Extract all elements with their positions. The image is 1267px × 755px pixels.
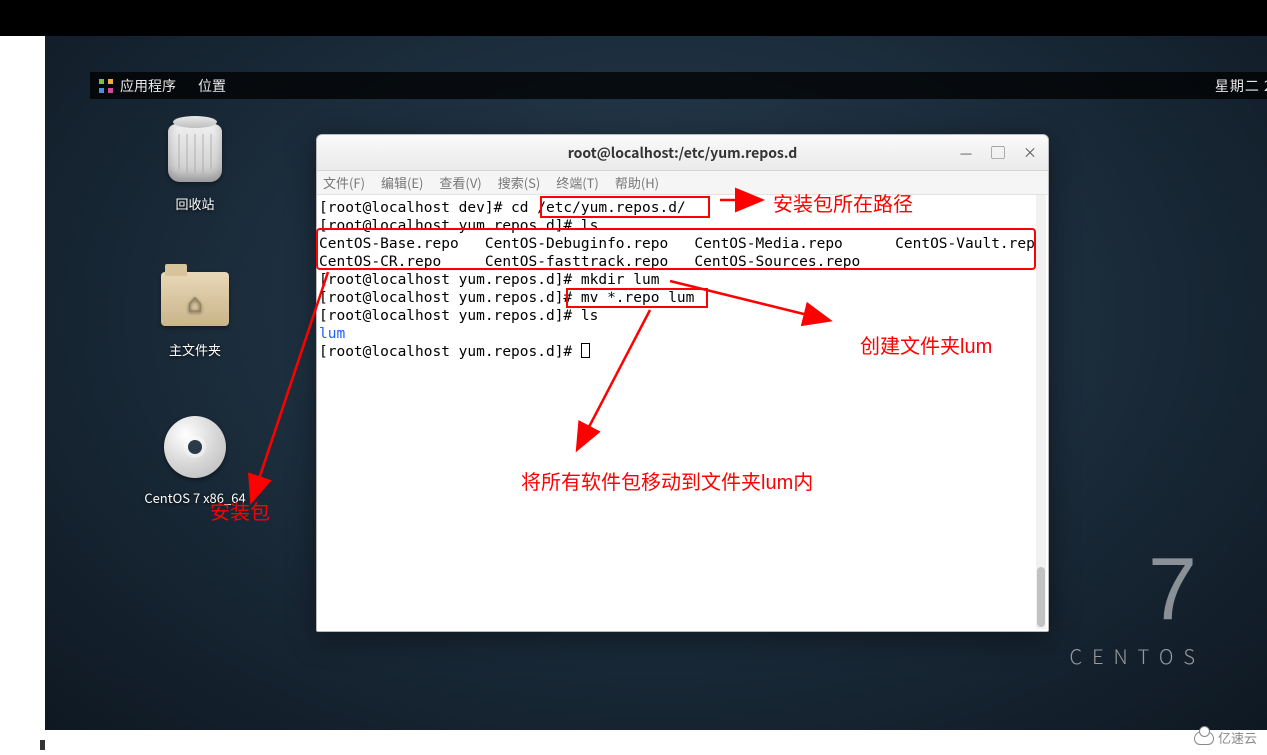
terminal-line: [root@localhost yum.repos.d]# ls xyxy=(319,218,598,234)
places-menu[interactable]: 位置 xyxy=(198,76,226,96)
desktop-icon-home[interactable]: ⌂ 主文件夹 xyxy=(135,264,255,359)
activities-icon xyxy=(98,78,114,94)
annotation-text-mkdir: 创建文件夹lum xyxy=(860,330,992,359)
annotation-text-pkg: 安装包 xyxy=(210,496,270,525)
terminal-cursor xyxy=(581,343,590,358)
terminal-line: [root@localhost yum.repos.d]# xyxy=(319,344,581,360)
centos-brand-7: 7 xyxy=(1148,538,1197,640)
gnome-top-panel: 应用程序 位置 星期二 23:58 xyxy=(90,72,1267,99)
window-close-button[interactable]: × xyxy=(1018,141,1042,165)
terminal-line: [root@localhost dev]# cd /etc/yum.repos.… xyxy=(319,200,686,216)
terminal-line-dir: lum xyxy=(319,326,345,342)
page-bottom-margin xyxy=(45,730,1267,755)
menu-search[interactable]: 搜索(S) xyxy=(498,173,541,192)
terminal-line: [root@localhost yum.repos.d]# mkdir lum xyxy=(319,272,659,288)
annotation-text-path: 安装包所在路径 xyxy=(773,188,913,217)
watermark-text: 亿速云 xyxy=(1218,728,1257,747)
terminal-line: [root@localhost yum.repos.d]# ls xyxy=(319,308,598,324)
window-maximize-button[interactable]: ▢ xyxy=(986,141,1010,165)
window-title: root@localhost:/etc/yum.repos.d xyxy=(317,143,1048,163)
applications-menu[interactable]: 应用程序 xyxy=(120,76,176,96)
terminal-window[interactable]: root@localhost:/etc/yum.repos.d — ▢ × 文件… xyxy=(316,134,1049,632)
terminal-line: [root@localhost yum.repos.d]# mv *.repo … xyxy=(319,290,694,306)
annotation-text-move: 将所有软件包移动到文件夹lum内 xyxy=(521,466,813,495)
window-minimize-button[interactable]: — xyxy=(954,141,978,165)
terminal-menubar: 文件(F) 编辑(E) 查看(V) 搜索(S) 终端(T) 帮助(H) xyxy=(317,171,1048,195)
menu-terminal[interactable]: 终端(T) xyxy=(556,173,599,192)
terminal-line: CentOS-CR.repo CentOS-fasttrack.repo Cen… xyxy=(319,254,860,270)
terminal-body[interactable]: [root@localhost dev]# cd /etc/yum.repos.… xyxy=(317,195,1048,631)
desktop-icon-media[interactable]: CentOS 7 x86_64 xyxy=(125,412,265,507)
desktop-icon-trash[interactable]: 回收站 xyxy=(135,118,255,213)
desktop-icon-label: 回收站 xyxy=(135,194,255,213)
folder-home-icon: ⌂ xyxy=(161,272,229,326)
menu-help[interactable]: 帮助(H) xyxy=(615,173,659,192)
window-titlebar[interactable]: root@localhost:/etc/yum.repos.d — ▢ × xyxy=(317,135,1048,171)
terminal-scrollbar[interactable] xyxy=(1036,195,1046,629)
trash-icon xyxy=(168,124,222,182)
disc-icon xyxy=(164,416,226,478)
menu-edit[interactable]: 编辑(E) xyxy=(381,173,423,192)
panel-clock[interactable]: 星期二 23:58 xyxy=(1215,76,1267,96)
desktop-icon-label: 主文件夹 xyxy=(135,340,255,359)
cloud-icon xyxy=(1194,731,1214,745)
watermark: 亿速云 xyxy=(1194,728,1257,747)
page-blackbar xyxy=(0,0,1267,36)
page-left-margin xyxy=(0,36,45,755)
menu-file[interactable]: 文件(F) xyxy=(323,173,365,192)
scrollbar-thumb[interactable] xyxy=(1037,567,1045,627)
terminal-line: CentOS-Base.repo CentOS-Debuginfo.repo C… xyxy=(319,236,1044,252)
centos-brand-text: CENTOS xyxy=(1070,641,1205,670)
menu-view[interactable]: 查看(V) xyxy=(439,173,481,192)
